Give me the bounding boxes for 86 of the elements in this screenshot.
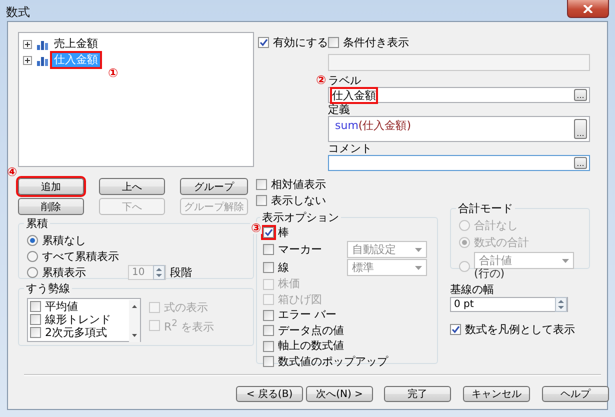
checkbox-label: 軸上の数式値	[278, 339, 344, 354]
browse-button[interactable]: ...	[574, 119, 587, 139]
checkbox[interactable]	[263, 356, 274, 368]
field-label: コメント	[328, 142, 373, 155]
checkbox-label: 数式を凡例として表示	[465, 322, 575, 336]
spinner-arrows-icon	[555, 297, 567, 312]
radio-label: 合計なし	[474, 218, 518, 232]
checkbox[interactable]	[450, 324, 461, 335]
checkbox-label: エラー バー	[278, 308, 336, 322]
dialog-button[interactable]: < 戻る(B)	[236, 386, 303, 402]
list-button[interactable]: グループ	[180, 178, 248, 195]
definition-field[interactable]: sum(仕入金額) ...	[328, 116, 590, 142]
radio-label: すべて累積表示	[42, 250, 119, 264]
checkbox[interactable]	[30, 327, 41, 338]
checkbox-label: 有効にする	[273, 36, 328, 50]
field-label: 定義	[328, 103, 351, 116]
bar-chart-icon	[37, 38, 49, 50]
checkbox-label: 箱ひげ図	[278, 292, 322, 307]
checkbox[interactable]	[328, 37, 339, 48]
steps-label: 段階	[170, 266, 192, 280]
annotation-number: ④	[7, 166, 18, 178]
checkbox[interactable]	[30, 301, 41, 312]
dialog-button[interactable]: キャンセル	[463, 386, 530, 402]
radio-label: 累積表示	[42, 266, 86, 280]
checkbox-label: 棒	[278, 226, 289, 240]
group-title: すう勢線	[25, 281, 71, 296]
checkbox-label: 条件付き表示	[343, 36, 409, 50]
bar-chart-icon	[37, 54, 49, 66]
comment-field[interactable]: ...	[328, 155, 590, 171]
field-label: ラベル	[328, 74, 361, 87]
tree-item[interactable]: 売上金額	[52, 37, 100, 51]
dropdown-caption: (行の)	[474, 267, 506, 281]
checkbox-label: マーカー	[278, 242, 322, 256]
radio-button[interactable]	[27, 267, 38, 278]
checkbox[interactable]	[256, 179, 267, 190]
group-title: 累積	[25, 216, 49, 231]
spinner-arrows-icon	[153, 265, 165, 280]
close-button[interactable]	[567, 0, 609, 18]
list-button[interactable]: 追加	[18, 178, 84, 195]
dialog-button[interactable]: ヘルプ	[542, 386, 609, 402]
radio-button[interactable]	[27, 235, 38, 246]
caret-icon	[415, 266, 422, 270]
checkbox-label: データ点の値	[278, 324, 344, 338]
caret-icon	[415, 248, 422, 252]
checkbox-label: 表示しない	[271, 194, 326, 208]
checkbox-label: 株価	[278, 277, 300, 292]
browse-button[interactable]: ...	[574, 157, 587, 169]
field-label: 基線の幅	[450, 283, 495, 296]
number-spinner[interactable]: 0 pt	[450, 297, 568, 312]
list-button[interactable]: 上へ	[99, 178, 165, 195]
checkbox[interactable]	[263, 310, 274, 321]
checkbox[interactable]	[256, 195, 267, 206]
checkbox[interactable]	[258, 37, 269, 48]
browse-button[interactable]: ...	[574, 89, 587, 101]
condition-field[interactable]	[328, 54, 590, 71]
checkbox-label: 式の表示	[164, 300, 208, 314]
checkbox[interactable]	[263, 325, 274, 336]
dialog-button[interactable]: 次へ(N) >	[306, 386, 373, 402]
checkbox-label: 数式値のポップアップ	[278, 354, 388, 369]
label-field[interactable]: 仕入金額 ...	[328, 87, 590, 103]
expand-icon[interactable]	[23, 56, 32, 64]
radio-label: 数式の合計	[474, 236, 529, 250]
checkbox-label: R$^{2}$ を表示	[164, 317, 214, 335]
radio-button[interactable]	[27, 251, 38, 262]
list-button[interactable]: 削除	[18, 198, 84, 215]
group-title: 合計モード	[457, 201, 514, 216]
radio-label: 累積なし	[42, 234, 86, 248]
checkbox[interactable]	[263, 340, 274, 352]
caret-icon	[562, 258, 569, 262]
checkbox[interactable]	[263, 244, 274, 255]
window-title: 数式	[6, 4, 30, 21]
checkbox-label: 2次元多項式	[45, 326, 107, 340]
checkbox-label: 線形トレンド	[45, 312, 111, 326]
expand-icon[interactable]	[23, 40, 32, 48]
checkbox-label: 線	[278, 260, 289, 274]
dialog-button[interactable]: 完了	[384, 386, 451, 402]
checkbox-label: 相対値表示	[271, 178, 326, 192]
checkbox[interactable]	[30, 314, 41, 325]
checkbox-label: 平均値	[45, 300, 78, 314]
annotation-number: ②	[316, 74, 326, 86]
annotation-number: ①	[108, 67, 118, 79]
checkbox[interactable]	[263, 227, 274, 238]
group-title: 表示オプション	[261, 210, 340, 225]
checkbox[interactable]	[263, 262, 274, 273]
annotation-number: ③	[250, 222, 262, 234]
close-icon	[583, 4, 593, 12]
